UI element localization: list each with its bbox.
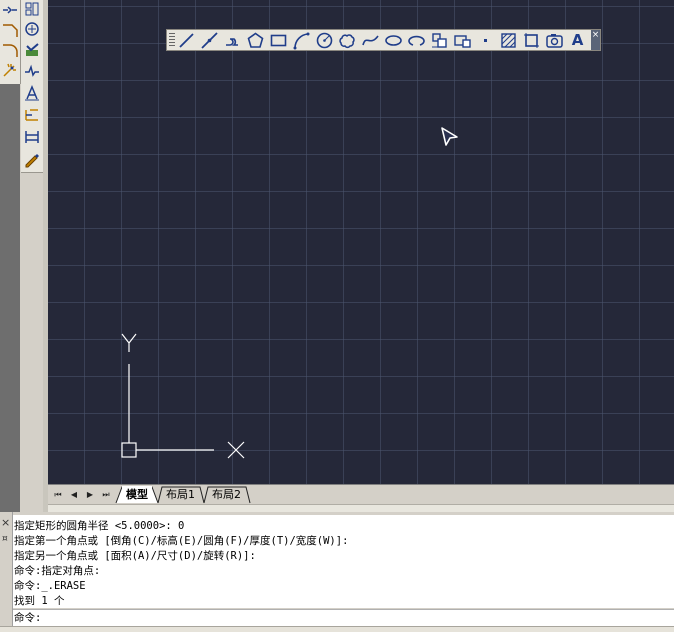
break-icon[interactable] [1, 1, 19, 19]
dimension-text-icon[interactable] [23, 84, 41, 102]
region-tool-icon[interactable] [522, 31, 541, 50]
history-line: 命令:_.ERASE [14, 580, 86, 592]
line-tool-icon[interactable] [177, 31, 196, 50]
history-line: 指定另一个角点或 [面积(A)/尺寸(D)/旋转(R)]: [14, 550, 256, 562]
point-tool-icon[interactable] [476, 31, 495, 50]
multiline-text-tool-icon[interactable]: A [568, 31, 587, 50]
revision-cloud-tool-icon[interactable] [338, 31, 357, 50]
tab-layout2[interactable]: 布局2 [208, 486, 245, 503]
close-icon[interactable]: × [1, 516, 10, 529]
fillet-icon[interactable] [1, 41, 19, 59]
modify-toolbar-partial [0, 0, 21, 84]
command-window: × ¤ 指定矩形的圆角半径 <5.0000>: 0 指定第一个角点或 [倒角(C… [0, 512, 674, 631]
arc-tool-icon[interactable] [292, 31, 311, 50]
ucs-icon: Y X [114, 330, 254, 465]
tab-model[interactable]: 模型 [122, 486, 152, 503]
center-mark-icon[interactable] [23, 20, 41, 38]
tab-layout2-label: 布局2 [212, 488, 241, 501]
history-line: 指定第一个角点或 [倒角(C)/标高(E)/圆角(F)/厚度(T)/宽度(W)]… [14, 535, 349, 547]
history-line: 找到 1 个 [14, 595, 65, 607]
break-line-icon[interactable] [23, 62, 41, 80]
close-icon: × [591, 30, 600, 40]
rectangle-tool-icon[interactable] [269, 31, 288, 50]
tab-layout1[interactable]: 布局1 [162, 486, 199, 503]
hatch-tool-icon[interactable] [499, 31, 518, 50]
table-tool-icon[interactable] [545, 31, 564, 50]
drawing-canvas[interactable]: Y X [48, 0, 674, 484]
text-tool-glyph: A [571, 31, 584, 49]
circle-tool-icon[interactable] [315, 31, 334, 50]
command-prompt: 命令: [14, 612, 42, 624]
chamfer-icon[interactable] [1, 21, 19, 39]
mouse-cursor-icon [440, 126, 460, 148]
command-history: 指定矩形的圆角半径 <5.0000>: 0 指定第一个角点或 [倒角(C)/标高… [13, 515, 674, 608]
command-input[interactable]: 命令: [13, 609, 674, 626]
tab-model-label: 模型 [126, 488, 148, 501]
history-line: 指定矩形的圆角半径 <5.0000>: 0 [14, 520, 185, 532]
history-line: 命令:指定对角点: [14, 565, 101, 577]
layout-tab-bar: ⏮ ◀ ▶ ⏭ 模型 布局1 布局2 [48, 484, 674, 505]
checkmark-layer-icon[interactable] [23, 41, 41, 59]
command-window-sidebar: × ¤ [0, 512, 13, 631]
ellipse-arc-tool-icon[interactable] [407, 31, 426, 50]
ordinate-dimension-icon[interactable] [23, 106, 41, 124]
polygon-tool-icon[interactable] [246, 31, 265, 50]
spline-tool-icon[interactable] [361, 31, 380, 50]
vertical-toolbar [21, 0, 44, 173]
tab-layout1-label: 布局1 [166, 488, 195, 501]
construction-line-tool-icon[interactable] [200, 31, 219, 50]
ellipse-tool-icon[interactable] [384, 31, 403, 50]
draw-toolbar: A × [166, 29, 601, 51]
insert-block-tool-icon[interactable] [430, 31, 449, 50]
toolbar-grip[interactable] [169, 33, 175, 47]
linear-dimension-icon[interactable] [23, 128, 41, 146]
toolbar-close-button[interactable]: × [591, 30, 600, 50]
polyline-tool-icon[interactable] [223, 31, 242, 50]
block-editor-icon[interactable] [23, 0, 41, 18]
status-bar [0, 626, 674, 632]
dimension-edit-icon[interactable] [23, 150, 41, 168]
make-block-tool-icon[interactable] [453, 31, 472, 50]
explode-icon[interactable] [1, 61, 19, 79]
pin-icon[interactable]: ¤ [2, 534, 8, 544]
